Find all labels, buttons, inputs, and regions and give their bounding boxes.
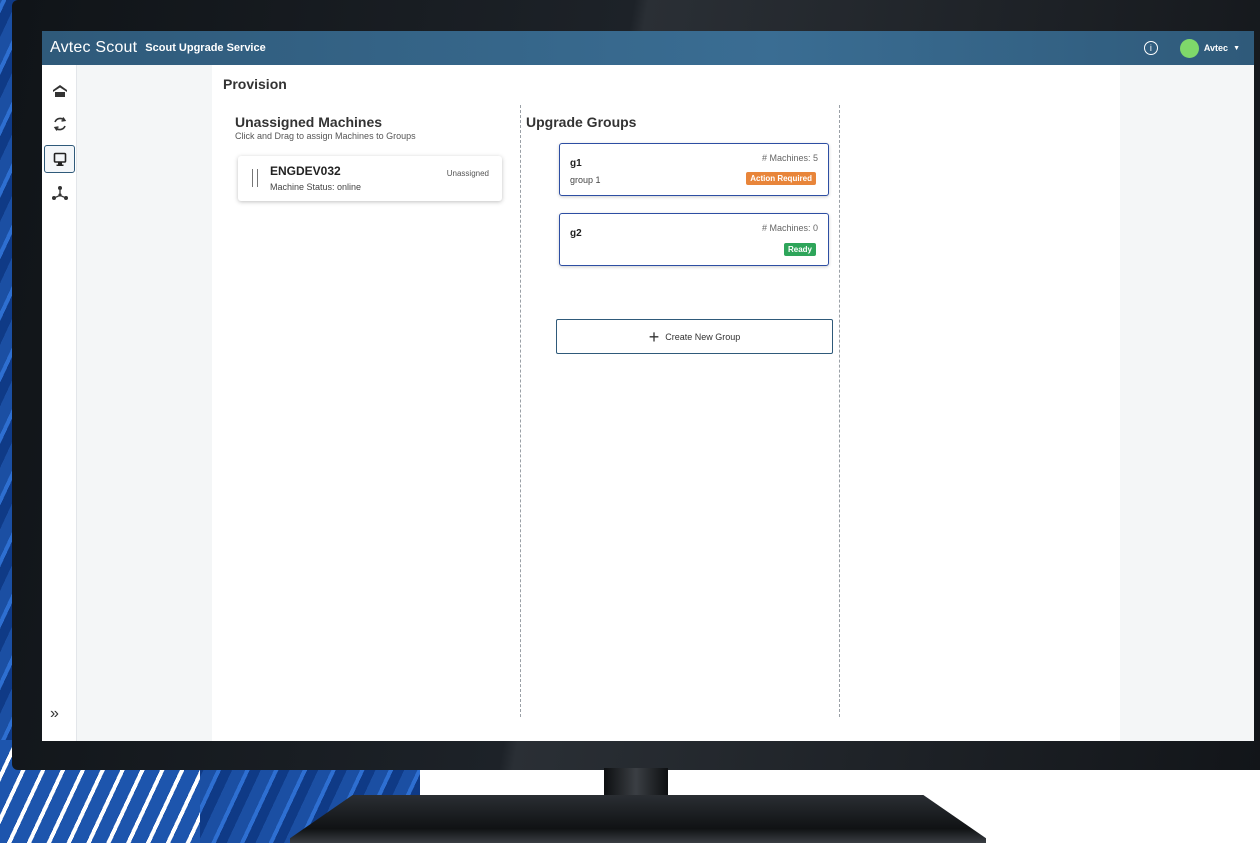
page-title: Provision bbox=[223, 76, 287, 92]
column-divider-left bbox=[520, 105, 521, 717]
status-badge: Ready bbox=[783, 243, 816, 256]
main-content: Provision Unassigned Machines Click and … bbox=[212, 65, 1120, 741]
unassigned-subtitle: Click and Drag to assign Machines to Gro… bbox=[235, 131, 416, 141]
monitor-frame: Avtec Scout Scout Upgrade Service i Avte… bbox=[12, 0, 1260, 770]
sidebar-item-provision[interactable] bbox=[44, 145, 75, 173]
unassigned-title: Unassigned Machines bbox=[235, 114, 383, 130]
plus-icon: + bbox=[648, 326, 660, 347]
user-name[interactable]: Avtec bbox=[1204, 43, 1228, 53]
app-screen: Avtec Scout Scout Upgrade Service i Avte… bbox=[42, 31, 1254, 741]
header-actions: i Avtec ▼ bbox=[1143, 38, 1240, 58]
sidebar-item-home[interactable] bbox=[44, 77, 75, 105]
network-icon bbox=[51, 186, 68, 200]
groups-title: Upgrade Groups bbox=[526, 114, 637, 130]
sidebar: » bbox=[42, 65, 77, 741]
group-card-g2[interactable]: g2 # Machines: 0 Ready bbox=[559, 213, 829, 266]
drag-handle-icon[interactable] bbox=[252, 169, 258, 187]
group-name: g1 bbox=[570, 158, 582, 169]
column-divider-right bbox=[839, 105, 840, 717]
right-gutter bbox=[1120, 65, 1254, 741]
machine-status: Machine Status: online bbox=[270, 182, 362, 192]
service-title: Scout Upgrade Service bbox=[145, 42, 266, 54]
machine-name: ENGDEV032 bbox=[270, 164, 341, 178]
sidebar-item-upgrade[interactable] bbox=[44, 110, 75, 138]
machine-card[interactable]: ENGDEV032 Machine Status: online Unassig… bbox=[238, 156, 502, 201]
create-group-label: Create New Group bbox=[665, 331, 741, 342]
chevron-down-icon[interactable]: ▼ bbox=[1233, 45, 1240, 52]
info-icon[interactable]: i bbox=[1143, 41, 1158, 55]
left-gutter bbox=[77, 65, 212, 741]
expand-sidebar-icon[interactable]: » bbox=[50, 705, 59, 723]
status-badge: Action Required bbox=[746, 172, 816, 185]
group-name: g2 bbox=[570, 228, 582, 239]
monitor-icon bbox=[53, 152, 66, 166]
avatar[interactable] bbox=[1179, 38, 1199, 58]
group-description: group 1 bbox=[570, 175, 601, 185]
create-group-button[interactable]: + Create New Group bbox=[556, 319, 833, 354]
brand-title: Avtec Scout bbox=[50, 39, 138, 56]
refresh-icon bbox=[53, 117, 66, 131]
sidebar-item-network[interactable] bbox=[44, 179, 75, 207]
app-header: Avtec Scout Scout Upgrade Service i Avte… bbox=[42, 31, 1254, 65]
monitor-stand-base bbox=[290, 795, 986, 843]
group-machine-count: # Machines: 0 bbox=[761, 223, 818, 233]
machine-assignment-tag: Unassigned bbox=[446, 169, 489, 178]
group-card-g1[interactable]: g1 group 1 # Machines: 5 Action Required bbox=[559, 143, 829, 196]
home-icon bbox=[52, 85, 67, 97]
group-machine-count: # Machines: 5 bbox=[761, 153, 818, 163]
